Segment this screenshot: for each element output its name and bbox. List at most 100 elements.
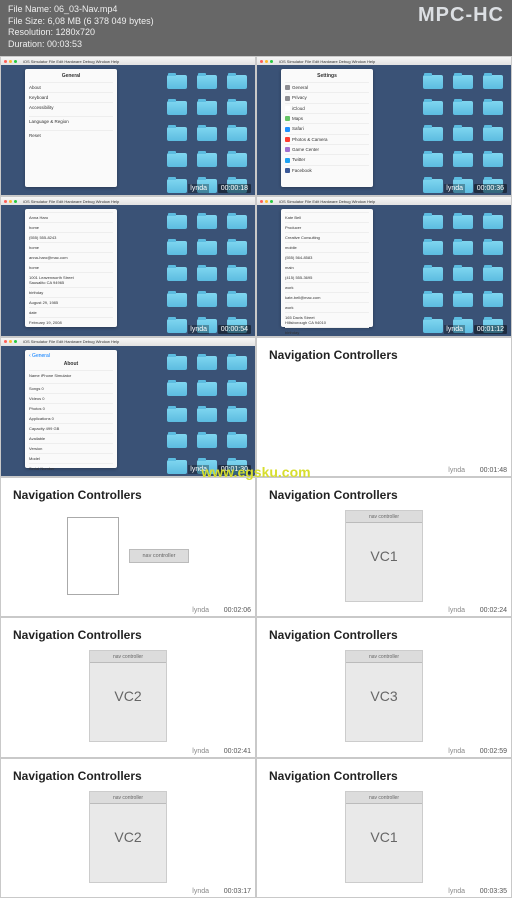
folder-icon[interactable] [167,101,187,115]
folder-icon[interactable] [167,319,187,333]
folder-icon[interactable] [167,241,187,255]
folder-icon[interactable] [167,179,187,193]
folder-icon[interactable] [167,460,187,474]
folder-icon[interactable] [227,75,247,89]
folder-icon[interactable] [483,101,503,115]
folder-icon[interactable] [483,293,503,307]
folder-icon[interactable] [197,153,217,167]
thumbnail-cell[interactable]: Navigation Controllersnav controllerVC1l… [256,758,512,898]
settings-row[interactable]: About [29,82,113,92]
about-row[interactable]: Version [29,443,113,453]
folder-icon[interactable] [453,101,473,115]
thumbnail-cell[interactable]: iOS Simulator File Edit Hardware Debug W… [0,196,256,336]
folder-icon[interactable] [227,267,247,281]
about-row[interactable]: Songs 0 [29,383,113,393]
about-row[interactable]: Photos 0 [29,403,113,413]
thumbnail-cell[interactable]: Navigation Controllersnav controllerlynd… [0,477,256,617]
folder-icon[interactable] [167,127,187,141]
folder-icon[interactable] [227,434,247,448]
folder-icon[interactable] [227,241,247,255]
settings-row[interactable]: Facebook [285,165,369,175]
folder-icon[interactable] [227,382,247,396]
folder-icon[interactable] [453,215,473,229]
folder-icon[interactable] [227,293,247,307]
folder-icon[interactable] [453,127,473,141]
thumbnail-cell[interactable]: iOS Simulator File Edit Hardware Debug W… [0,56,256,196]
about-row[interactable]: Model [29,453,113,463]
folder-icon[interactable] [453,153,473,167]
about-row[interactable]: Available [29,433,113,443]
about-row[interactable]: Capacity 499 GB [29,423,113,433]
folder-icon[interactable] [167,293,187,307]
about-row[interactable]: Videos 0 [29,393,113,403]
settings-row[interactable]: Game Center [285,144,369,154]
folder-icon[interactable] [167,153,187,167]
folder-icon[interactable] [423,293,443,307]
about-row[interactable]: Applications 0 [29,413,113,423]
folder-icon[interactable] [423,153,443,167]
folder-icon[interactable] [197,101,217,115]
folder-icon[interactable] [197,215,217,229]
folder-icon[interactable] [423,75,443,89]
folder-icon[interactable] [483,75,503,89]
folder-icon[interactable] [167,356,187,370]
thumbnail-cell[interactable]: Navigation Controllersnav controllerVC1l… [256,477,512,617]
folder-icon[interactable] [227,153,247,167]
folder-icon[interactable] [483,127,503,141]
folder-icon[interactable] [197,267,217,281]
folder-icon[interactable] [227,101,247,115]
folder-icon[interactable] [453,293,473,307]
thumbnail-cell[interactable]: Navigation Controllersnav controllerVC2l… [0,617,256,757]
settings-row[interactable]: Reset [29,130,113,140]
settings-row[interactable]: General [285,82,369,92]
folder-icon[interactable] [423,101,443,115]
about-row[interactable]: Name iPhone Simulator [29,370,113,380]
thumbnail-cell[interactable]: Navigation Controllersnav controllerVC3l… [256,617,512,757]
back-button[interactable]: ‹ General [29,353,113,359]
folder-icon[interactable] [453,75,473,89]
folder-icon[interactable] [423,241,443,255]
folder-icon[interactable] [167,215,187,229]
settings-row[interactable]: Twitter [285,154,369,164]
folder-icon[interactable] [197,356,217,370]
settings-row[interactable]: Privacy [285,92,369,102]
folder-icon[interactable] [453,267,473,281]
folder-icon[interactable] [423,179,443,193]
folder-icon[interactable] [483,267,503,281]
thumbnail-cell[interactable]: Navigation Controllerslynda00:01:48 [256,337,512,477]
folder-icon[interactable] [167,382,187,396]
folder-icon[interactable] [423,215,443,229]
thumbnail-cell[interactable]: iOS Simulator File Edit Hardware Debug W… [256,56,512,196]
thumbnail-cell[interactable]: iOS Simulator File Edit Hardware Debug W… [0,337,256,477]
settings-row[interactable]: iCloud [285,103,369,113]
settings-row[interactable]: Photos & Camera [285,134,369,144]
folder-icon[interactable] [197,127,217,141]
folder-icon[interactable] [227,356,247,370]
settings-row[interactable]: Maps [285,113,369,123]
settings-row[interactable]: Language & Region [29,116,113,126]
folder-icon[interactable] [197,434,217,448]
folder-icon[interactable] [483,153,503,167]
folder-icon[interactable] [423,319,443,333]
folder-icon[interactable] [197,75,217,89]
folder-icon[interactable] [423,127,443,141]
folder-icon[interactable] [227,408,247,422]
folder-icon[interactable] [167,75,187,89]
folder-icon[interactable] [227,127,247,141]
folder-icon[interactable] [483,215,503,229]
folder-icon[interactable] [197,293,217,307]
folder-icon[interactable] [227,215,247,229]
folder-icon[interactable] [453,241,473,255]
folder-icon[interactable] [167,434,187,448]
settings-row[interactable]: Accessibility [29,102,113,112]
folder-icon[interactable] [197,382,217,396]
thumbnail-cell[interactable]: iOS Simulator File Edit Hardware Debug W… [256,196,512,336]
folder-icon[interactable] [167,267,187,281]
folder-icon[interactable] [167,408,187,422]
folder-icon[interactable] [197,408,217,422]
folder-icon[interactable] [197,241,217,255]
about-row[interactable]: Serial Number [29,463,113,473]
thumbnail-cell[interactable]: Navigation Controllersnav controllerVC2l… [0,758,256,898]
folder-icon[interactable] [423,267,443,281]
settings-row[interactable]: Safari [285,123,369,133]
